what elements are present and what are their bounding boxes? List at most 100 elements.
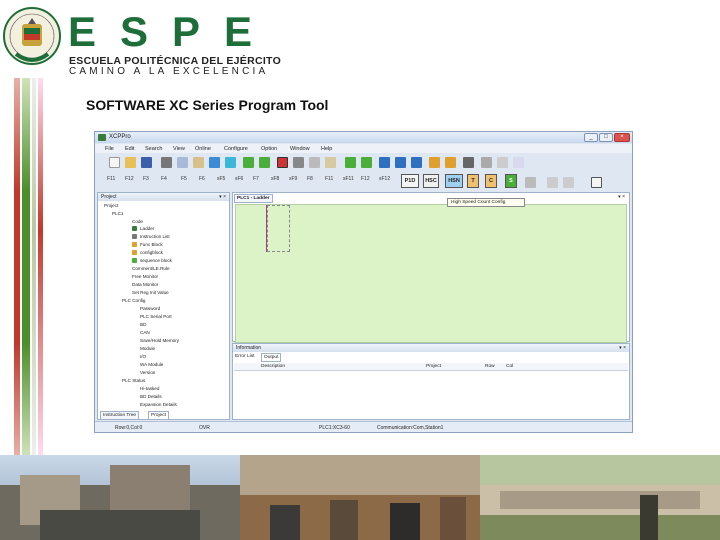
tree-item-bd-details[interactable]: BD Details <box>140 394 162 399</box>
menu-view[interactable]: View <box>173 146 185 152</box>
tree-item-hi-tasked[interactable]: Hi-tasked <box>140 386 159 391</box>
counter-button[interactable]: C <box>485 174 497 188</box>
coil-icon[interactable]: F3 <box>143 176 149 182</box>
high-speed-count-button[interactable]: HSC <box>423 174 439 188</box>
tree-item-expansion-details[interactable]: Expansion Details <box>140 402 177 407</box>
ladder-canvas[interactable] <box>235 204 627 343</box>
delete-vertical-icon[interactable]: F12 <box>361 176 370 182</box>
contact-nc-icon[interactable]: F12 <box>125 176 134 182</box>
tree-item-wa-module[interactable]: WA Module <box>140 362 163 367</box>
run-icon[interactable] <box>379 157 390 168</box>
maximize-button[interactable]: □ <box>599 133 613 142</box>
zoom-in-icon[interactable] <box>547 177 558 188</box>
undo-icon[interactable] <box>209 157 220 168</box>
vertical-line-icon[interactable]: F11 <box>325 176 333 182</box>
download-icon[interactable] <box>345 157 356 168</box>
menu-configure[interactable]: Configure <box>224 146 248 152</box>
hsn-button[interactable]: HSN <box>445 174 463 188</box>
tab-output[interactable]: Output <box>261 353 282 362</box>
tree-item-plc1[interactable]: PLC1 <box>112 211 124 216</box>
tree-item-io[interactable]: I/O <box>140 354 146 359</box>
tab-instruction-tree[interactable]: Instruction Tree <box>100 411 140 420</box>
grid-icon[interactable] <box>591 177 602 188</box>
tree-item-serial-port[interactable]: PLC Serial Port <box>140 314 172 319</box>
horizontal-line-icon[interactable]: F8 <box>307 176 313 182</box>
copy-icon[interactable] <box>177 157 188 168</box>
tree-item-configblock[interactable]: configblock <box>140 250 163 255</box>
monitor-icon[interactable] <box>411 157 422 168</box>
menu-option[interactable]: Option <box>261 146 277 152</box>
config-icon[interactable] <box>463 157 474 168</box>
tree-item-plc-config[interactable]: PLC Config <box>122 298 146 303</box>
output-coil-icon[interactable]: F7 <box>253 176 259 182</box>
upload-icon[interactable] <box>361 157 372 168</box>
instruction-icon[interactable]: sF8 <box>271 176 279 182</box>
arrow-left-icon[interactable] <box>243 157 254 168</box>
menu-file[interactable]: File <box>105 146 114 152</box>
tree-item-func-block[interactable]: Func Block <box>140 242 163 247</box>
pid-button[interactable]: P1D <box>401 174 419 188</box>
panel-close-icon[interactable]: ▾ × <box>219 193 226 201</box>
insert-row-icon[interactable]: sF12 <box>379 176 390 182</box>
menu-online[interactable]: Online <box>195 146 211 152</box>
paste-icon[interactable] <box>193 157 204 168</box>
close-button[interactable]: × <box>614 133 630 142</box>
set-coil-icon[interactable]: F4 <box>161 176 167 182</box>
parallel-no-icon[interactable]: F5 <box>181 176 187 182</box>
menu-help[interactable]: Help <box>321 146 332 152</box>
tab-ladder[interactable]: PLC1 - Ladder <box>234 194 273 203</box>
print-preview-icon[interactable] <box>325 157 336 168</box>
zoom-out-icon[interactable] <box>563 177 574 188</box>
tree-item-ladder[interactable]: Ladder <box>140 226 154 231</box>
config-block-icon <box>132 250 137 255</box>
arrow-right-icon[interactable] <box>259 157 270 168</box>
tree-item-version[interactable]: Version <box>140 370 155 375</box>
delete-line-icon[interactable]: sF11 <box>343 176 354 182</box>
tree-item-set-reg-init[interactable]: Set Reg Init Value <box>132 290 169 295</box>
tree-item-comment[interactable]: Comment/LE.Rule <box>132 266 170 271</box>
tree-item-project[interactable]: Project <box>104 203 118 208</box>
list-view-icon[interactable] <box>293 157 304 168</box>
search-icon[interactable] <box>481 157 492 168</box>
ladder-view-icon[interactable] <box>277 157 288 168</box>
tree-item-bd[interactable]: BD <box>140 322 146 327</box>
falling-edge-icon[interactable]: sF6 <box>235 176 243 182</box>
unlock-icon[interactable] <box>445 157 456 168</box>
rising-edge-icon[interactable]: sF5 <box>217 176 225 182</box>
tree-item-free-monitor[interactable]: Free Monitor <box>132 274 158 279</box>
tab-error-list[interactable]: Error List <box>235 354 254 359</box>
lock-icon[interactable] <box>429 157 440 168</box>
info-close-icon[interactable]: ▾ × <box>619 344 626 352</box>
open-folder-icon[interactable] <box>125 157 136 168</box>
minimize-button[interactable]: _ <box>584 133 598 142</box>
parallel-nc-icon[interactable]: F6 <box>199 176 205 182</box>
cut-icon[interactable] <box>161 157 172 168</box>
replace-icon[interactable] <box>497 157 508 168</box>
step-button[interactable]: S <box>505 174 517 188</box>
comment-icon[interactable] <box>513 157 524 168</box>
tab-project[interactable]: Project <box>148 411 169 420</box>
tree-item-password[interactable]: Password <box>140 306 160 311</box>
tree-item-plc-status[interactable]: PLC Status <box>122 378 145 383</box>
new-file-icon[interactable] <box>109 157 120 168</box>
menu-window[interactable]: Window <box>290 146 310 152</box>
menu-search[interactable]: Search <box>145 146 162 152</box>
contact-no-icon[interactable]: F11 <box>107 176 115 182</box>
tree-item-data-monitor[interactable]: Data Monitor <box>132 282 158 287</box>
editor-close-icon[interactable]: ▾ × <box>618 194 625 200</box>
zoom-icon[interactable] <box>525 177 536 188</box>
tree-item-sequence-block[interactable]: sequence block <box>140 258 172 263</box>
tree-item-can[interactable]: CAN <box>140 330 150 335</box>
stop-icon[interactable] <box>395 157 406 168</box>
print-icon[interactable] <box>309 157 320 168</box>
tree-item-code[interactable]: Code <box>132 219 143 224</box>
tree-item-module[interactable]: Module <box>140 346 155 351</box>
redo-icon[interactable] <box>225 157 236 168</box>
tree-item-save-hold-memory[interactable]: Save/Hold Memory <box>140 338 179 343</box>
save-icon[interactable] <box>141 157 152 168</box>
tree-item-instruction-list[interactable]: Instruction List <box>140 234 170 239</box>
timer-button[interactable]: T <box>467 174 479 188</box>
cursor-cell[interactable] <box>267 205 290 252</box>
reset-icon[interactable]: sF9 <box>289 176 297 182</box>
menu-edit[interactable]: Edit <box>125 146 134 152</box>
